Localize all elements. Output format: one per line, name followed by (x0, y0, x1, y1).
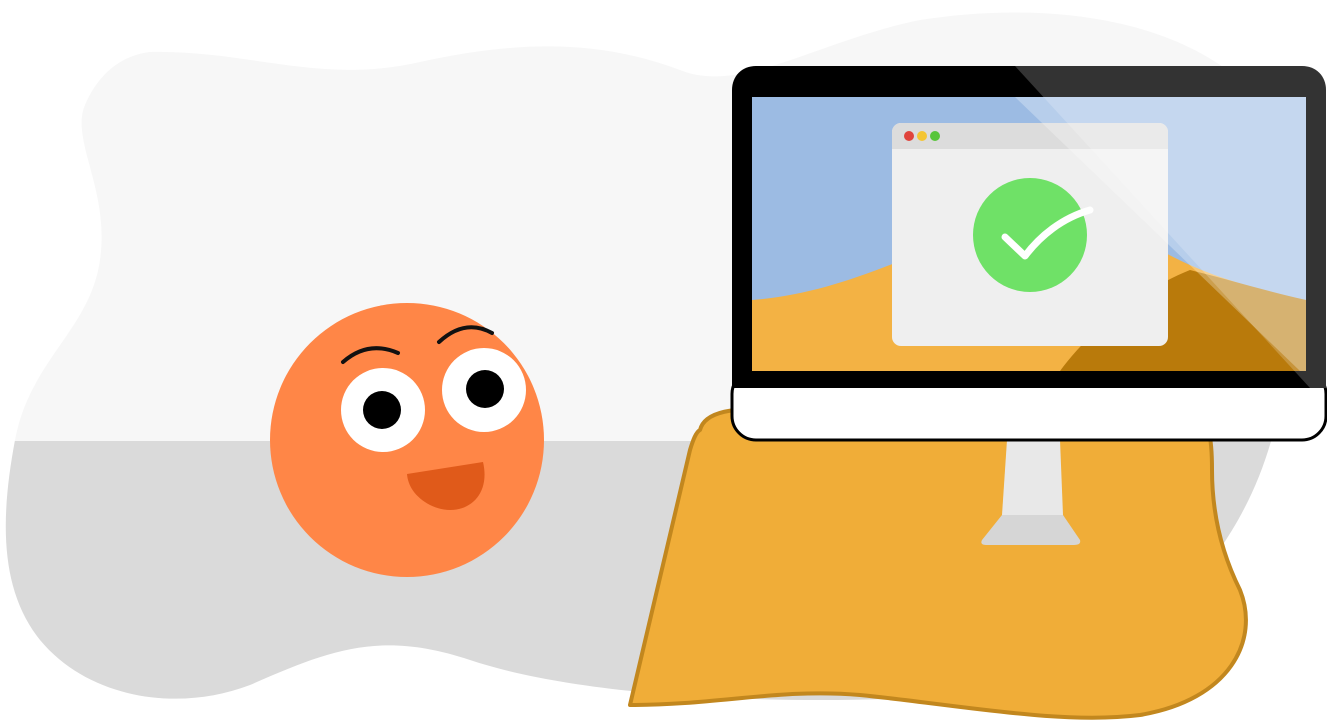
maximize-dot-icon (930, 131, 940, 141)
success-circle (973, 178, 1087, 292)
smiling-face-icon (270, 303, 544, 577)
right-pupil (466, 370, 504, 408)
stand-neck (1002, 440, 1063, 515)
computer-success-illustration (5, 12, 1327, 720)
desk (628, 407, 1248, 720)
left-pupil (363, 391, 401, 429)
illustration-canvas (0, 0, 1327, 722)
monitor (730, 66, 1327, 442)
minimize-dot-icon (917, 131, 927, 141)
close-dot-icon (904, 131, 914, 141)
